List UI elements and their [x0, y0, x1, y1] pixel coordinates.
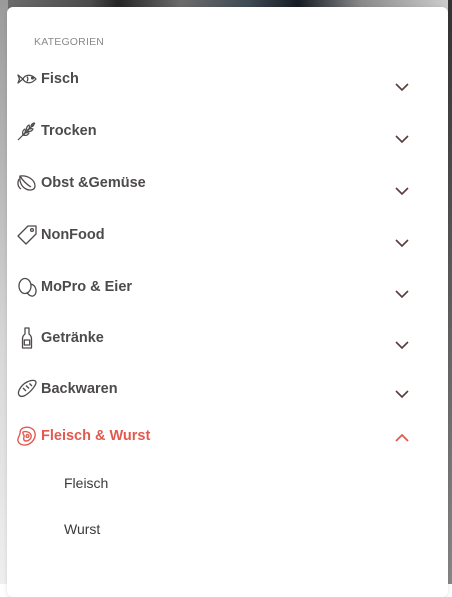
- chevron-down-icon[interactable]: [394, 82, 410, 92]
- category-fisch[interactable]: Fisch: [14, 64, 414, 94]
- chevron-down-icon[interactable]: [394, 340, 410, 350]
- menu-heading: KATEGORIEN: [34, 36, 105, 48]
- chevron-down-icon[interactable]: [394, 389, 410, 399]
- category-label: MoPro & Eier: [41, 279, 133, 295]
- chevron-down-icon[interactable]: [394, 289, 410, 299]
- meat-icon: [14, 423, 40, 449]
- chevron-up-icon[interactable]: [394, 433, 410, 443]
- subcategory-wurst[interactable]: Wurst: [64, 521, 100, 537]
- chevron-down-icon[interactable]: [394, 238, 410, 248]
- tag-icon: [14, 222, 40, 248]
- category-label: Obst &Gemüse: [41, 175, 146, 191]
- bread-icon: [14, 376, 40, 402]
- category-nonfood[interactable]: NonFood: [14, 220, 414, 250]
- category-mopro-eier[interactable]: MoPro & Eier: [14, 272, 414, 302]
- category-getraenke[interactable]: Getränke: [14, 323, 414, 353]
- category-menu-panel: [7, 7, 448, 597]
- chevron-down-icon[interactable]: [394, 186, 410, 196]
- category-trocken[interactable]: Trocken: [14, 116, 414, 146]
- category-label: Fleisch & Wurst: [41, 428, 151, 444]
- category-label: Fisch: [41, 71, 79, 87]
- subcategory-fleisch[interactable]: Fleisch: [64, 475, 108, 491]
- eggs-icon: [14, 274, 40, 300]
- category-label: Backwaren: [41, 381, 118, 397]
- category-label: Trocken: [41, 123, 97, 139]
- category-backwaren[interactable]: Backwaren: [14, 374, 414, 404]
- bottle-icon: [14, 325, 40, 351]
- leaf-icon: [14, 170, 40, 196]
- category-fleisch-wurst[interactable]: Fleisch & Wurst: [14, 421, 414, 451]
- category-label: Getränke: [41, 330, 104, 346]
- wheat-icon: [14, 118, 40, 144]
- chevron-down-icon[interactable]: [394, 134, 410, 144]
- category-label: NonFood: [41, 227, 105, 243]
- fish-icon: [14, 66, 40, 92]
- category-obst-gemuese[interactable]: Obst &Gemüse: [14, 168, 414, 198]
- background-right: [448, 0, 452, 584]
